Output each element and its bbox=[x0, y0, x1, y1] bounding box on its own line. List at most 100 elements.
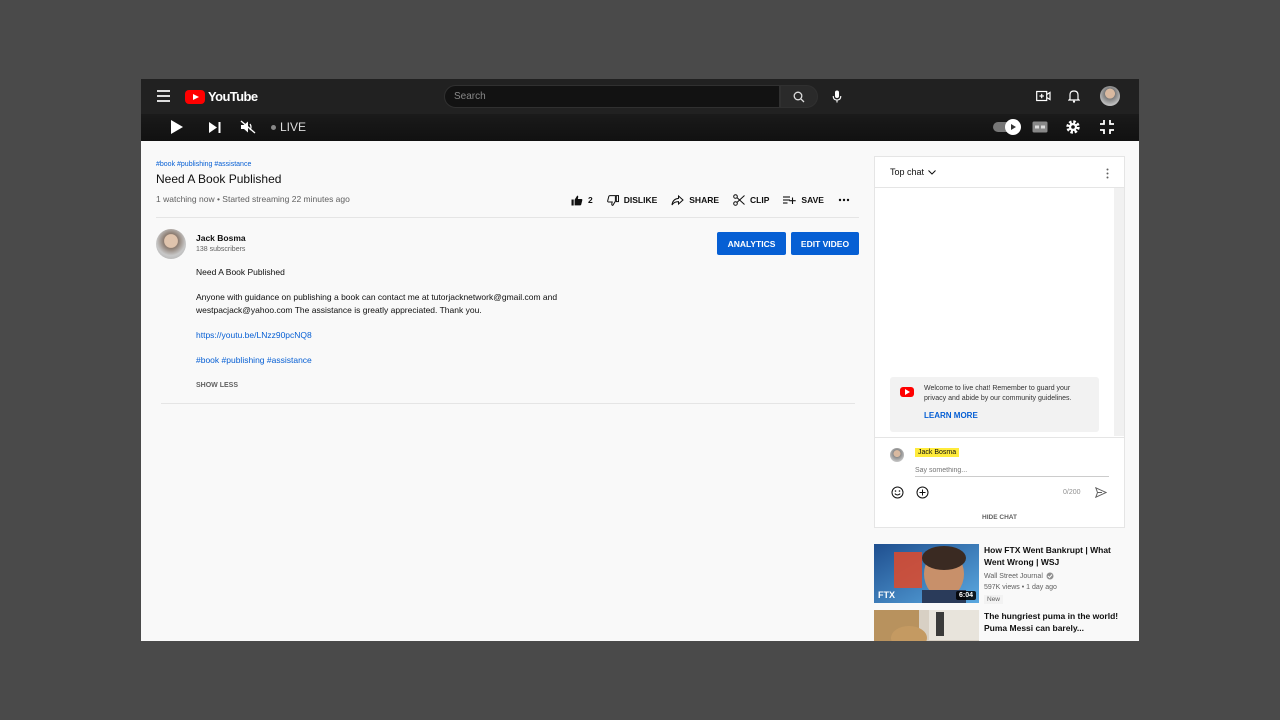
like-count: 2 bbox=[588, 195, 593, 205]
chat-header: Top chat bbox=[875, 157, 1124, 188]
description-paragraph: Anyone with guidance on publishing a boo… bbox=[196, 292, 558, 315]
exit-fullscreen-icon bbox=[1100, 120, 1114, 134]
view-info: 1 watching now • Started streaming 22 mi… bbox=[156, 194, 350, 204]
video-thumbnail[interactable]: FTX 6:04 bbox=[874, 544, 979, 603]
welcome-text: Welcome to live chat! Remember to guard … bbox=[924, 385, 1072, 402]
youtube-play-icon bbox=[185, 89, 205, 104]
settings-button[interactable] bbox=[1064, 118, 1082, 136]
video-title: Need A Book Published bbox=[156, 172, 282, 186]
thumbs-down-icon bbox=[606, 194, 619, 206]
plus-circle-icon bbox=[916, 486, 928, 498]
svg-text:FTX: FTX bbox=[878, 590, 895, 600]
autoplay-knob-icon bbox=[1005, 119, 1021, 135]
like-button[interactable]: 2 bbox=[571, 195, 593, 206]
create-button[interactable] bbox=[1034, 88, 1052, 104]
subtitles-button[interactable] bbox=[1031, 120, 1049, 134]
video-duration: 6:04 bbox=[955, 591, 976, 600]
youtube-logo[interactable]: YouTube bbox=[185, 89, 258, 104]
recommended-video[interactable]: FTX 6:04 How FTX Went Bankrupt | What We… bbox=[874, 544, 1126, 604]
description-hashtags[interactable]: #book #publishing #assistance bbox=[196, 354, 312, 367]
video-title[interactable]: The hungriest puma in the world! Puma Me… bbox=[984, 610, 1119, 634]
chat-username: Jack Bosma bbox=[915, 448, 960, 457]
description-link[interactable]: https://youtu.be/LNzz90pcNQ8 bbox=[196, 329, 312, 342]
playlist-add-icon bbox=[783, 196, 797, 204]
description-title: Need A Book Published bbox=[196, 267, 285, 277]
video-camera-plus-icon bbox=[1035, 90, 1051, 102]
share-icon bbox=[671, 194, 685, 205]
chat-user-avatar bbox=[890, 448, 904, 462]
next-button[interactable] bbox=[207, 119, 223, 135]
masthead: YouTube Search bbox=[141, 79, 1139, 114]
dislike-button[interactable]: DISLIKE bbox=[606, 194, 658, 206]
live-indicator[interactable]: LIVE bbox=[271, 120, 306, 134]
dislike-label: DISLIKE bbox=[623, 195, 658, 205]
search-input[interactable]: Search bbox=[444, 85, 780, 108]
menu-icon[interactable] bbox=[155, 88, 171, 104]
live-label: LIVE bbox=[280, 120, 307, 134]
play-button[interactable] bbox=[169, 119, 185, 135]
edit-video-button[interactable]: EDIT VIDEO bbox=[791, 232, 859, 255]
new-badge: New bbox=[984, 595, 1004, 604]
play-icon bbox=[171, 120, 183, 134]
video-channel[interactable]: Wall Street Journal bbox=[984, 572, 1054, 580]
chat-mode-label: Top chat bbox=[890, 167, 925, 177]
bell-icon bbox=[1068, 90, 1080, 103]
subscriber-count: 138 subscribers bbox=[196, 246, 246, 253]
recommended-video[interactable]: The hungriest puma in the world! Puma Me… bbox=[874, 610, 1126, 641]
scissors-icon bbox=[733, 194, 745, 206]
account-avatar[interactable] bbox=[1100, 86, 1120, 106]
chat-mode-dropdown[interactable]: Top chat bbox=[890, 167, 936, 177]
save-button[interactable]: SAVE bbox=[783, 195, 824, 205]
skip-next-icon bbox=[209, 121, 221, 133]
channel-name: Wall Street Journal bbox=[984, 572, 1043, 580]
chat-scrollbar[interactable] bbox=[1114, 188, 1124, 436]
youtube-icon bbox=[900, 387, 914, 397]
clip-button[interactable]: CLIP bbox=[733, 194, 769, 206]
super-chat-button[interactable] bbox=[915, 485, 929, 499]
video-title[interactable]: How FTX Went Bankrupt | What Went Wrong … bbox=[984, 544, 1119, 568]
share-button[interactable]: SHARE bbox=[671, 194, 720, 206]
search-button[interactable] bbox=[780, 85, 818, 108]
clip-label: CLIP bbox=[750, 195, 770, 205]
video-actions: 2 DISLIKE SHARE CLIP SAVE bbox=[571, 194, 864, 206]
live-chat-panel: Top chat Welcome to live chat! Remember … bbox=[874, 156, 1125, 528]
closed-captions-icon bbox=[1032, 121, 1048, 133]
video-meta: 597K views • 1 day ago bbox=[984, 584, 1057, 591]
hide-chat-button[interactable]: HIDE CHAT bbox=[875, 514, 1124, 521]
gear-icon bbox=[1066, 120, 1080, 134]
autoplay-toggle[interactable] bbox=[992, 119, 1021, 135]
volume-muted-icon bbox=[240, 120, 256, 134]
send-button[interactable] bbox=[1094, 485, 1108, 499]
save-label: SAVE bbox=[801, 195, 824, 205]
analytics-button[interactable]: ANALYTICS bbox=[717, 232, 786, 255]
channel-name[interactable]: Jack Bosma bbox=[196, 233, 246, 243]
thumbs-up-icon bbox=[571, 195, 583, 205]
more-horizontal-icon bbox=[838, 198, 850, 202]
voice-search-button[interactable] bbox=[825, 85, 849, 108]
divider bbox=[156, 217, 859, 218]
exit-fullscreen-button[interactable] bbox=[1098, 118, 1116, 136]
show-less-button[interactable]: SHOW LESS bbox=[196, 382, 238, 389]
live-dot-icon bbox=[271, 124, 276, 130]
emoji-button[interactable] bbox=[890, 485, 904, 499]
player-controls: LIVE bbox=[141, 114, 1139, 141]
channel-avatar[interactable] bbox=[156, 229, 186, 259]
learn-more-link[interactable]: LEARN MORE bbox=[924, 411, 978, 420]
send-icon bbox=[1095, 486, 1107, 498]
more-actions-button[interactable] bbox=[838, 198, 850, 202]
mute-button[interactable] bbox=[239, 119, 257, 135]
browser-viewport: YouTube Search LIVE #book #publishing #a… bbox=[141, 79, 1139, 641]
divider bbox=[161, 403, 855, 404]
search-icon bbox=[793, 91, 805, 102]
share-label: SHARE bbox=[689, 195, 720, 205]
chat-welcome-message: Welcome to live chat! Remember to guard … bbox=[890, 377, 1099, 432]
notifications-button[interactable] bbox=[1066, 88, 1082, 104]
chat-input-area: Jack Bosma 0/200 HIDE CHAT bbox=[875, 437, 1124, 528]
chat-message-input[interactable] bbox=[915, 464, 1109, 477]
video-hashtags[interactable]: #book #publishing #assistance bbox=[156, 161, 251, 168]
video-thumbnail[interactable] bbox=[874, 610, 979, 641]
chevron-down-icon bbox=[928, 169, 936, 175]
more-vertical-icon[interactable] bbox=[1102, 166, 1112, 180]
emoji-icon bbox=[891, 486, 903, 498]
microphone-icon bbox=[832, 90, 842, 103]
